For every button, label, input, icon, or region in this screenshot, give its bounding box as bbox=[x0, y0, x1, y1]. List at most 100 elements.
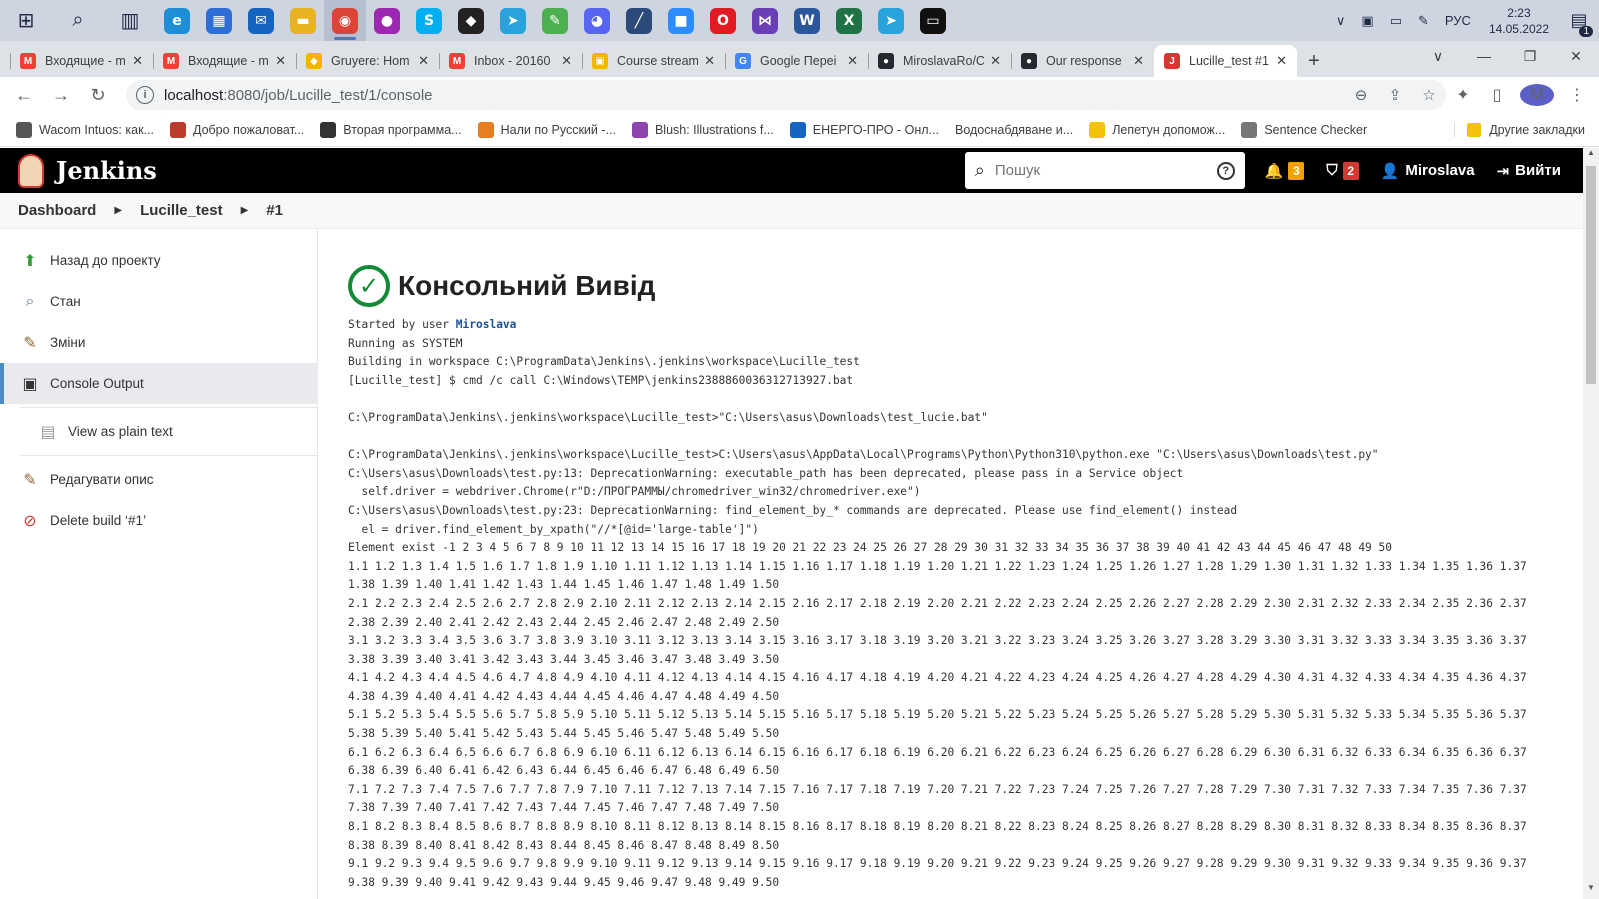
scroll-up-icon[interactable]: ▲ bbox=[1583, 148, 1599, 164]
taskbar-app[interactable]: ▭ bbox=[912, 0, 954, 41]
other-bookmarks[interactable]: Другие закладки bbox=[1454, 122, 1585, 137]
sidebar-item-console-output[interactable]: ▣ Console Output bbox=[0, 363, 318, 404]
browser-tab[interactable]: ▣ Course stream ✕ bbox=[582, 45, 725, 77]
back-icon[interactable]: ← bbox=[8, 79, 40, 111]
breadcrumb-build[interactable]: #1 bbox=[266, 202, 283, 219]
tab-close-icon[interactable]: ✕ bbox=[990, 53, 1001, 69]
browser-tab[interactable]: ● MiroslavaRo/C ✕ bbox=[868, 45, 1011, 77]
tab-close-icon[interactable]: ✕ bbox=[561, 53, 572, 69]
browser-tab[interactable]: G Google Переі ✕ bbox=[725, 45, 868, 77]
breadcrumb-job[interactable]: Lucille_test bbox=[140, 202, 223, 219]
tab-search-icon[interactable]: ∨ bbox=[1415, 41, 1461, 71]
tab-close-icon[interactable]: ✕ bbox=[1276, 53, 1287, 69]
taskbar-app[interactable]: e bbox=[156, 0, 198, 41]
menu-dots-icon[interactable]: ⋮ bbox=[1560, 85, 1594, 105]
browser-tab[interactable]: J Lucille_test #1 ✕ bbox=[1154, 45, 1297, 77]
document-icon: ▤ bbox=[40, 423, 56, 441]
jenkins-logo[interactable]: Jenkins bbox=[18, 153, 157, 188]
new-tab-button[interactable]: + bbox=[1297, 45, 1331, 77]
camera-icon[interactable]: ▣ bbox=[1353, 13, 1381, 29]
browser-tab[interactable]: M Входящие - m ✕ bbox=[10, 45, 153, 77]
bookmark-item[interactable]: Вторая программа... bbox=[320, 121, 462, 138]
console-line: el = driver.find_element_by_xpath("//*[@… bbox=[348, 522, 759, 536]
help-icon[interactable]: ? bbox=[1216, 161, 1235, 180]
sidebar-item-plain-text[interactable]: ▤ View as plain text bbox=[0, 411, 317, 452]
bookmark-item[interactable]: Нали по Русский -... bbox=[477, 121, 616, 138]
forward-icon[interactable]: → bbox=[45, 79, 77, 111]
clock[interactable]: 2:23 14.05.2022 bbox=[1479, 5, 1559, 37]
close-window-button[interactable]: ✕ bbox=[1553, 41, 1599, 71]
console-line: [Lucille_test] $ cmd /c call C:\Windows\… bbox=[348, 373, 854, 387]
taskbar-app[interactable]: ▦ bbox=[198, 0, 240, 41]
restore-button[interactable]: ❐ bbox=[1507, 41, 1553, 71]
bookmark-item[interactable]: Добро пожаловат... bbox=[169, 121, 304, 138]
bookmark-item[interactable]: Blush: Illustrations f... bbox=[631, 121, 774, 138]
sidebar-item-edit-description[interactable]: ✎ Редагувати опис bbox=[0, 459, 317, 500]
bookmark-item[interactable]: ЕНЕРГО-ПРО - Онл... bbox=[789, 121, 939, 138]
taskbar-app[interactable]: ● bbox=[366, 0, 408, 41]
share-icon[interactable]: ⇪ bbox=[1378, 86, 1412, 104]
browser-tab[interactable]: ◆ Gruyere: Hom ✕ bbox=[296, 45, 439, 77]
taskbar-app[interactable]: ▬ bbox=[282, 0, 324, 41]
extensions-icon[interactable]: ✦ bbox=[1446, 85, 1480, 105]
user-link[interactable]: 👤 Miroslava bbox=[1381, 162, 1475, 180]
taskbar-app[interactable]: ╱ bbox=[618, 0, 660, 41]
bookmark-item[interactable]: Лепетун допомож... bbox=[1089, 121, 1225, 138]
sidebar-item-changes[interactable]: ✎ Зміни bbox=[0, 322, 317, 363]
bookmark-item[interactable]: Водоснабдяване и... bbox=[955, 123, 1073, 137]
breadcrumb-dashboard[interactable]: Dashboard bbox=[18, 202, 96, 219]
taskbar-app[interactable]: O bbox=[702, 0, 744, 41]
tab-close-icon[interactable]: ✕ bbox=[704, 53, 715, 69]
windows-start-icon[interactable]: ⊞ bbox=[0, 0, 52, 41]
browser-tab[interactable]: M Входящие - m ✕ bbox=[153, 45, 296, 77]
task-view-icon[interactable]: ▥ bbox=[104, 0, 156, 41]
profile-avatar[interactable]: M bbox=[1520, 84, 1554, 106]
taskbar-app[interactable]: S bbox=[408, 0, 450, 41]
user-link[interactable]: Miroslava bbox=[456, 318, 517, 331]
folder-icon bbox=[1467, 122, 1482, 137]
taskbar-app[interactable]: ✉ bbox=[240, 0, 282, 41]
chevron-up-icon[interactable]: ∨ bbox=[1328, 13, 1354, 29]
taskbar-app[interactable]: W bbox=[786, 0, 828, 41]
taskbar-app[interactable]: ■ bbox=[660, 0, 702, 41]
sidebar-item-back-to-project[interactable]: ⬆ Назад до проекту bbox=[0, 240, 317, 281]
bookmark-star-icon[interactable]: ☆ bbox=[1412, 86, 1446, 104]
sidebar-item-status[interactable]: ⌕ Стан bbox=[0, 281, 317, 322]
bookmark-item[interactable]: Wacom Intuos: как... bbox=[16, 121, 154, 138]
security-button[interactable]: ⛉ 2 bbox=[1326, 161, 1359, 180]
taskbar-app[interactable]: ◉ bbox=[324, 0, 366, 41]
browser-tab[interactable]: ● Our response ✕ bbox=[1011, 45, 1154, 77]
minimize-button[interactable]: — bbox=[1461, 41, 1507, 71]
tab-close-icon[interactable]: ✕ bbox=[1133, 53, 1144, 69]
search-input[interactable] bbox=[994, 162, 1217, 179]
taskbar-app[interactable]: ➤ bbox=[870, 0, 912, 41]
language-indicator[interactable]: РУС bbox=[1437, 13, 1479, 28]
tab-close-icon[interactable]: ✕ bbox=[132, 53, 143, 69]
tab-close-icon[interactable]: ✕ bbox=[275, 53, 286, 69]
notifications-button[interactable]: 🔔 3 bbox=[1265, 161, 1305, 180]
taskbar-app[interactable]: ◕ bbox=[576, 0, 618, 41]
address-bar[interactable]: i localhost:8080/job/Lucille_test/1/cons… bbox=[126, 80, 1446, 110]
reload-icon[interactable]: ↻ bbox=[82, 79, 114, 111]
pen-icon[interactable]: ✎ bbox=[1410, 13, 1437, 29]
browser-tab[interactable]: M Inbox - 20160 ✕ bbox=[439, 45, 582, 77]
taskbar-app[interactable]: ⋈ bbox=[744, 0, 786, 41]
taskbar-app[interactable]: ◆ bbox=[450, 0, 492, 41]
scroll-thumb[interactable] bbox=[1586, 166, 1596, 384]
logout-link[interactable]: ⇥ Вийти bbox=[1497, 162, 1561, 180]
sidebar-item-delete-build[interactable]: ⊘ Delete build ‘#1’ bbox=[0, 500, 317, 541]
page-scrollbar[interactable]: ▲ ▼ bbox=[1583, 148, 1599, 899]
search-icon[interactable]: ⌕ bbox=[52, 0, 104, 41]
tab-close-icon[interactable]: ✕ bbox=[418, 53, 429, 69]
side-panel-icon[interactable]: ▯ bbox=[1480, 85, 1514, 105]
site-info-icon[interactable]: i bbox=[136, 86, 154, 104]
taskbar-app[interactable]: X bbox=[828, 0, 870, 41]
bookmark-item[interactable]: Sentence Checker bbox=[1241, 121, 1367, 138]
zoom-icon[interactable]: ⊖ bbox=[1344, 86, 1378, 104]
battery-icon[interactable]: ▭ bbox=[1382, 13, 1410, 29]
taskbar-app[interactable]: ➤ bbox=[492, 0, 534, 41]
scroll-down-icon[interactable]: ▼ bbox=[1583, 883, 1599, 899]
notification-center-icon[interactable]: ▤ 1 bbox=[1559, 0, 1599, 41]
tab-close-icon[interactable]: ✕ bbox=[847, 53, 858, 69]
taskbar-app[interactable]: ✎ bbox=[534, 0, 576, 41]
